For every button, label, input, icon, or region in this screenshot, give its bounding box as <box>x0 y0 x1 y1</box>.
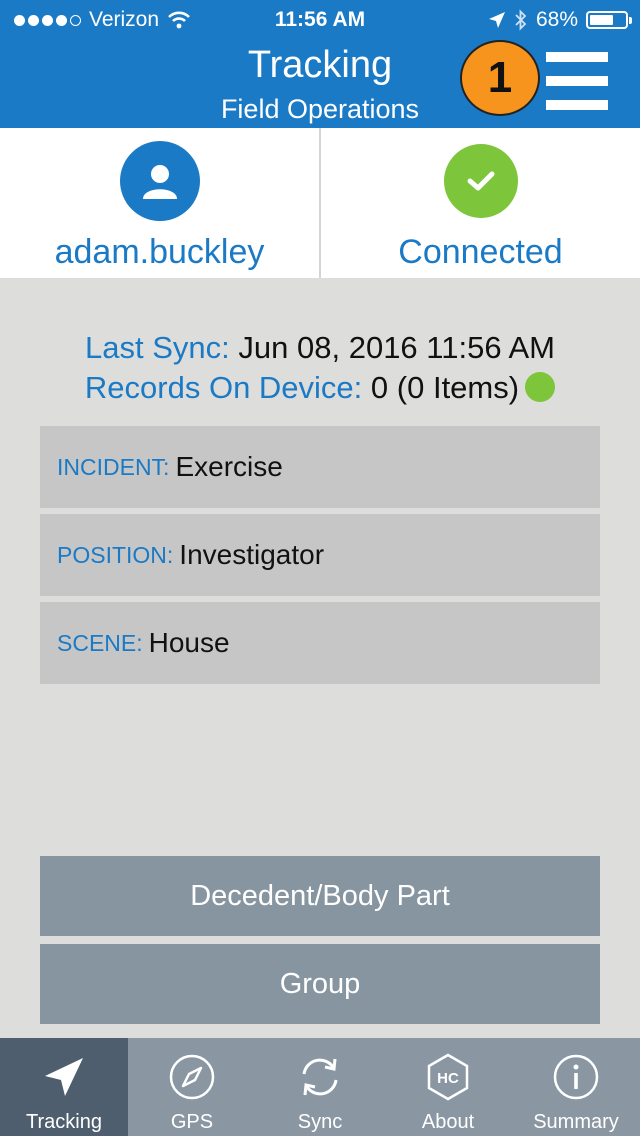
info-icon <box>553 1054 599 1100</box>
user-icon <box>119 141 200 221</box>
decedent-body-part-button[interactable]: Decedent/Body Part <box>40 856 600 936</box>
last-sync-row: Last Sync: Jun 08, 2016 11:56 AM <box>0 328 640 368</box>
tab-gps[interactable]: GPS <box>128 1038 256 1136</box>
records-row: Records On Device: 0 (0 Items) <box>0 368 640 408</box>
tab-sync[interactable]: Sync <box>256 1038 384 1136</box>
position-field[interactable]: POSITION: Investigator <box>40 514 600 596</box>
header-bar: Verizon 11:56 AM 68% Tracking Field Oper… <box>0 0 640 128</box>
status-bar: Verizon 11:56 AM 68% <box>0 0 640 40</box>
group-button[interactable]: Group <box>40 944 600 1024</box>
incident-field[interactable]: INCIDENT: Exercise <box>40 426 600 508</box>
compass-icon <box>169 1054 215 1100</box>
battery-icon <box>586 11 632 29</box>
scene-field[interactable]: SCENE: House <box>40 602 600 684</box>
connection-card[interactable]: Connected <box>319 128 640 278</box>
tab-sync-label: Sync <box>297 1111 343 1133</box>
tab-tracking-label: Tracking <box>26 1111 102 1133</box>
svg-text:HC: HC <box>437 1070 459 1087</box>
hc-logo-icon: HC <box>427 1053 469 1101</box>
checkmark-icon <box>443 144 518 218</box>
records-value: 0 (0 Items) <box>370 370 520 405</box>
bluetooth-icon <box>515 9 527 31</box>
position-value: Investigator <box>179 539 325 570</box>
tab-summary[interactable]: Summary <box>512 1038 640 1136</box>
battery-percent: 68% <box>535 8 578 31</box>
page-title: Tracking <box>247 44 393 86</box>
location-arrow-icon <box>488 12 505 28</box>
sync-icon <box>302 1058 338 1096</box>
page-subtitle: Field Operations <box>220 94 420 124</box>
tab-tracking[interactable]: Tracking <box>0 1038 128 1136</box>
records-label: Records On Device: <box>84 370 363 405</box>
incident-value: Exercise <box>175 451 283 482</box>
last-sync-value: Jun 08, 2016 11:56 AM <box>238 330 555 365</box>
tab-summary-label: Summary <box>533 1111 619 1133</box>
hamburger-menu-icon[interactable] <box>546 52 608 114</box>
sync-info: Last Sync: Jun 08, 2016 11:56 AM Records… <box>0 328 640 408</box>
position-label: POSITION: <box>57 541 174 568</box>
navigation-arrow-icon <box>45 1058 83 1096</box>
connection-status-label: Connected <box>398 233 563 271</box>
status-cards: adam.buckley Connected <box>0 128 640 278</box>
tab-about[interactable]: HC About <box>384 1038 512 1136</box>
last-sync-label: Last Sync: <box>85 330 230 365</box>
records-status-dot-icon <box>525 371 556 402</box>
notification-badge: 1 <box>460 40 540 116</box>
tab-about-label: About <box>421 1111 475 1133</box>
tab-gps-label: GPS <box>170 1111 214 1133</box>
scene-label: SCENE: <box>57 629 143 656</box>
scene-value: House <box>148 627 230 658</box>
tab-bar: Tracking GPS Sync HC About Summary <box>0 1038 640 1136</box>
incident-label: INCIDENT: <box>57 453 170 480</box>
user-card[interactable]: adam.buckley <box>0 128 319 278</box>
username-label: adam.buckley <box>54 233 265 271</box>
